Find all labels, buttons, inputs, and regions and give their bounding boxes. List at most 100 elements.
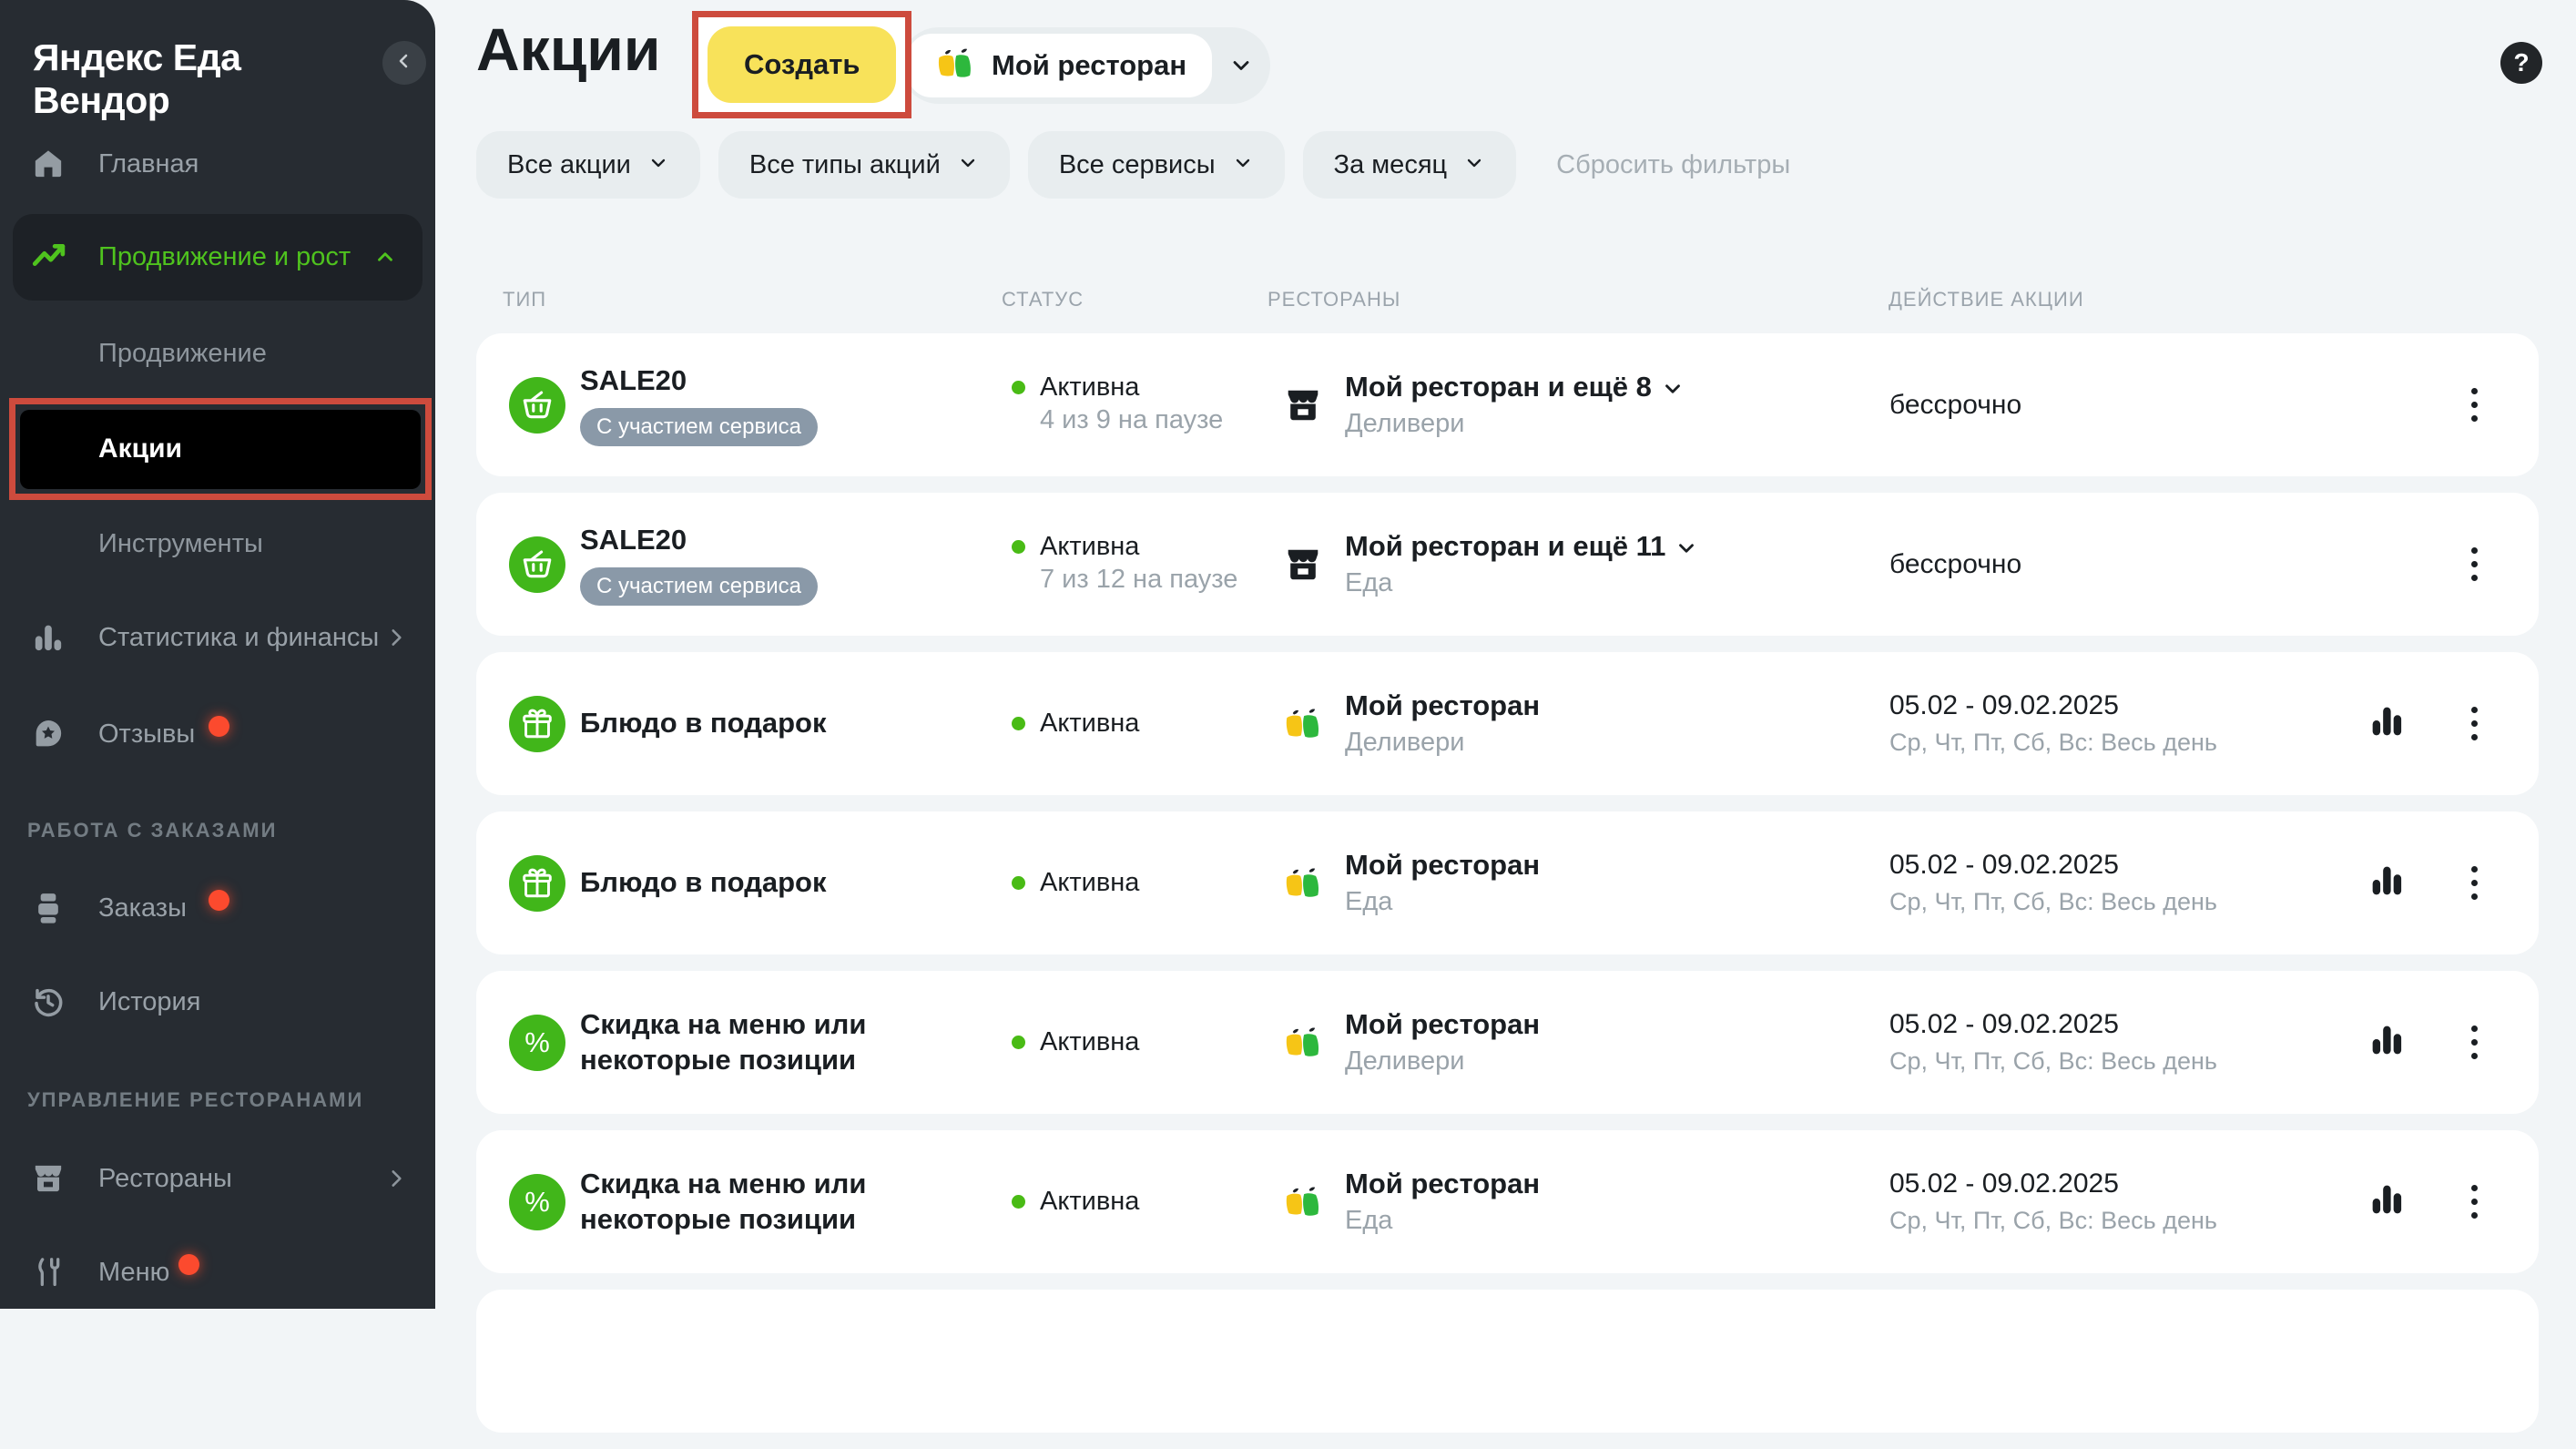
page-title: Акции bbox=[476, 15, 660, 84]
stats-button[interactable] bbox=[2361, 652, 2412, 795]
restaurant-name[interactable]: Мой ресторан bbox=[1345, 1008, 1540, 1041]
sidebar-item-stats[interactable]: Статистика и финансы bbox=[0, 608, 435, 667]
promotions-table: SALE20 С участием сервиса Активна 4 из 9… bbox=[476, 333, 2539, 1449]
stats-bars-icon bbox=[2366, 1019, 2408, 1066]
filter-pill-3[interactable]: За месяц bbox=[1303, 131, 1517, 199]
table-header: ТИПСТАТУСРЕСТОРАНЫДЕЙСТВИЕ АКЦИИ bbox=[476, 288, 2539, 313]
chevron-right-icon bbox=[384, 1167, 408, 1190]
sidebar-item-promos[interactable]: Акции bbox=[20, 410, 421, 489]
filter-pill-2[interactable]: Все сервисы bbox=[1028, 131, 1285, 199]
service-name: Деливери bbox=[1345, 728, 1540, 758]
restaurant-name[interactable]: Мой ресторан bbox=[1345, 1168, 1540, 1200]
row-menu-button[interactable] bbox=[2454, 333, 2494, 476]
stats-button[interactable] bbox=[2361, 971, 2412, 1114]
status-dot-icon bbox=[1012, 540, 1025, 554]
restaurant-selector-label: Мой ресторан bbox=[992, 49, 1186, 82]
sidebar: Яндекс Еда Вендор ГлавнаяПродвижение и р… bbox=[0, 0, 435, 1309]
column-header-0: ТИП bbox=[503, 288, 546, 311]
percent-icon: % bbox=[509, 1015, 565, 1071]
kebab-icon bbox=[2471, 707, 2478, 740]
sidebar-item-promotion[interactable]: Продвижение bbox=[0, 324, 435, 383]
sidebar-collapse-button[interactable] bbox=[382, 41, 426, 85]
stats-button[interactable] bbox=[2361, 1130, 2412, 1273]
sidebar-item-growth[interactable]: Продвижение и рост bbox=[13, 214, 423, 301]
restaurant-name[interactable]: Мой ресторан и ещё 8 bbox=[1345, 371, 1685, 403]
table-row[interactable]: Блюдо в подарок Активна Мой ресторан bbox=[476, 652, 2539, 795]
status-dot-icon bbox=[1012, 717, 1025, 730]
brand-logo-icon bbox=[933, 44, 977, 88]
storefront-icon bbox=[1279, 544, 1327, 586]
action-cell: бессрочно bbox=[1889, 493, 2021, 636]
restaurant-name[interactable]: Мой ресторан bbox=[1345, 689, 1540, 722]
basket-icon bbox=[509, 377, 565, 434]
terminal-icon bbox=[27, 887, 69, 929]
sidebar-item-menu[interactable]: Меню bbox=[0, 1243, 435, 1301]
row-menu-button[interactable] bbox=[2454, 493, 2494, 636]
storefront-icon bbox=[1279, 384, 1327, 426]
table-row[interactable]: % Скидка на меню или некоторые позиции А… bbox=[476, 1130, 2539, 1273]
notification-dot bbox=[209, 890, 229, 911]
status-dot-icon bbox=[1012, 1195, 1025, 1209]
status-dot-icon bbox=[1012, 1036, 1025, 1049]
restaurant-name[interactable]: Мой ресторан и ещё 11 bbox=[1345, 530, 1698, 563]
action-period: 05.02 - 09.02.2025 bbox=[1889, 1009, 2119, 1040]
status-text: Активна bbox=[1040, 531, 1237, 563]
column-header-3: ДЕЙСТВИЕ АКЦИИ bbox=[1889, 288, 2084, 311]
sidebar-item-history[interactable]: История bbox=[0, 973, 435, 1031]
promo-type-cell bbox=[509, 333, 565, 476]
create-button[interactable]: Создать bbox=[708, 26, 896, 103]
notification-dot bbox=[209, 716, 229, 737]
row-menu-button[interactable] bbox=[2454, 811, 2494, 954]
restaurant-selector[interactable]: Мой ресторан bbox=[901, 27, 1270, 104]
promo-title-cell: SALE20 С участием сервиса bbox=[580, 333, 818, 476]
status-cell: Активна bbox=[1012, 1130, 1139, 1273]
table-row[interactable]: SALE20 С участием сервиса Активна 7 из 1… bbox=[476, 493, 2539, 636]
sidebar-item-restaurants[interactable]: Рестораны bbox=[0, 1149, 435, 1208]
row-menu-button[interactable] bbox=[2454, 1130, 2494, 1273]
action-cell: 05.02 - 09.02.2025 Ср, Чт, Пт, Сб, Вс: В… bbox=[1889, 652, 2217, 795]
sidebar-item-tools[interactable]: Инструменты bbox=[0, 515, 435, 573]
chevron-down-icon[interactable] bbox=[1212, 53, 1270, 78]
sidebar-item-home[interactable]: Главная bbox=[0, 135, 435, 193]
status-text: Активна bbox=[1040, 1026, 1139, 1058]
chevron-down-icon[interactable] bbox=[1675, 535, 1698, 558]
table-row[interactable]: Блюдо в подарок Активна Мой ресторан bbox=[476, 811, 2539, 954]
table-row-partial bbox=[476, 1290, 2539, 1433]
status-subtext: 7 из 12 на паузе bbox=[1040, 563, 1237, 597]
filter-pill-1[interactable]: Все типы акций bbox=[718, 131, 1010, 199]
row-menu-button[interactable] bbox=[2454, 652, 2494, 795]
status-text: Активна bbox=[1040, 708, 1139, 740]
reset-filters-link[interactable]: Сбросить фильтры bbox=[1556, 150, 1790, 180]
percent-icon: % bbox=[509, 1174, 565, 1230]
service-name: Еда bbox=[1345, 887, 1540, 917]
status-text: Активна bbox=[1040, 1186, 1139, 1218]
chevron-down-icon[interactable] bbox=[1661, 375, 1685, 399]
table-row[interactable]: SALE20 С участием сервиса Активна 4 из 9… bbox=[476, 333, 2539, 476]
stats-button[interactable] bbox=[2361, 811, 2412, 954]
row-menu-button[interactable] bbox=[2454, 971, 2494, 1114]
action-period: 05.02 - 09.02.2025 bbox=[1889, 850, 2119, 881]
sidebar-item-orders[interactable]: Заказы bbox=[0, 879, 435, 937]
action-schedule: Ср, Чт, Пт, Сб, Вс: Весь день bbox=[1889, 1207, 2217, 1235]
status-cell: Активна bbox=[1012, 652, 1139, 795]
action-cell: 05.02 - 09.02.2025 Ср, Чт, Пт, Сб, Вс: В… bbox=[1889, 1130, 2217, 1273]
brand-logo-icon bbox=[1279, 1022, 1327, 1064]
status-cell: Активна 7 из 12 на паузе bbox=[1012, 493, 1237, 636]
restaurants-cell: Мой ресторан и ещё 8 Деливери bbox=[1279, 333, 1685, 476]
cutlery-icon bbox=[27, 1251, 69, 1293]
chevron-down-icon bbox=[1463, 152, 1485, 179]
restaurant-name[interactable]: Мой ресторан bbox=[1345, 849, 1540, 882]
action-period: бессрочно bbox=[1889, 390, 2021, 421]
help-button[interactable]: ? bbox=[2500, 42, 2542, 84]
service-name: Еда bbox=[1345, 1206, 1540, 1236]
promo-title: Скидка на меню или некоторые позиции bbox=[580, 1167, 866, 1238]
status-dot-icon bbox=[1012, 381, 1025, 394]
filter-pill-0[interactable]: Все акции bbox=[476, 131, 700, 199]
chevron-down-icon bbox=[957, 152, 979, 179]
table-row[interactable]: % Скидка на меню или некоторые позиции А… bbox=[476, 971, 2539, 1114]
status-cell: Активна bbox=[1012, 971, 1139, 1114]
sidebar-item-reviews[interactable]: Отзывы bbox=[0, 705, 435, 763]
stats-bars-icon bbox=[2366, 1179, 2408, 1225]
status-subtext: 4 из 9 на паузе bbox=[1040, 403, 1223, 438]
status-text: Активна bbox=[1040, 372, 1223, 403]
